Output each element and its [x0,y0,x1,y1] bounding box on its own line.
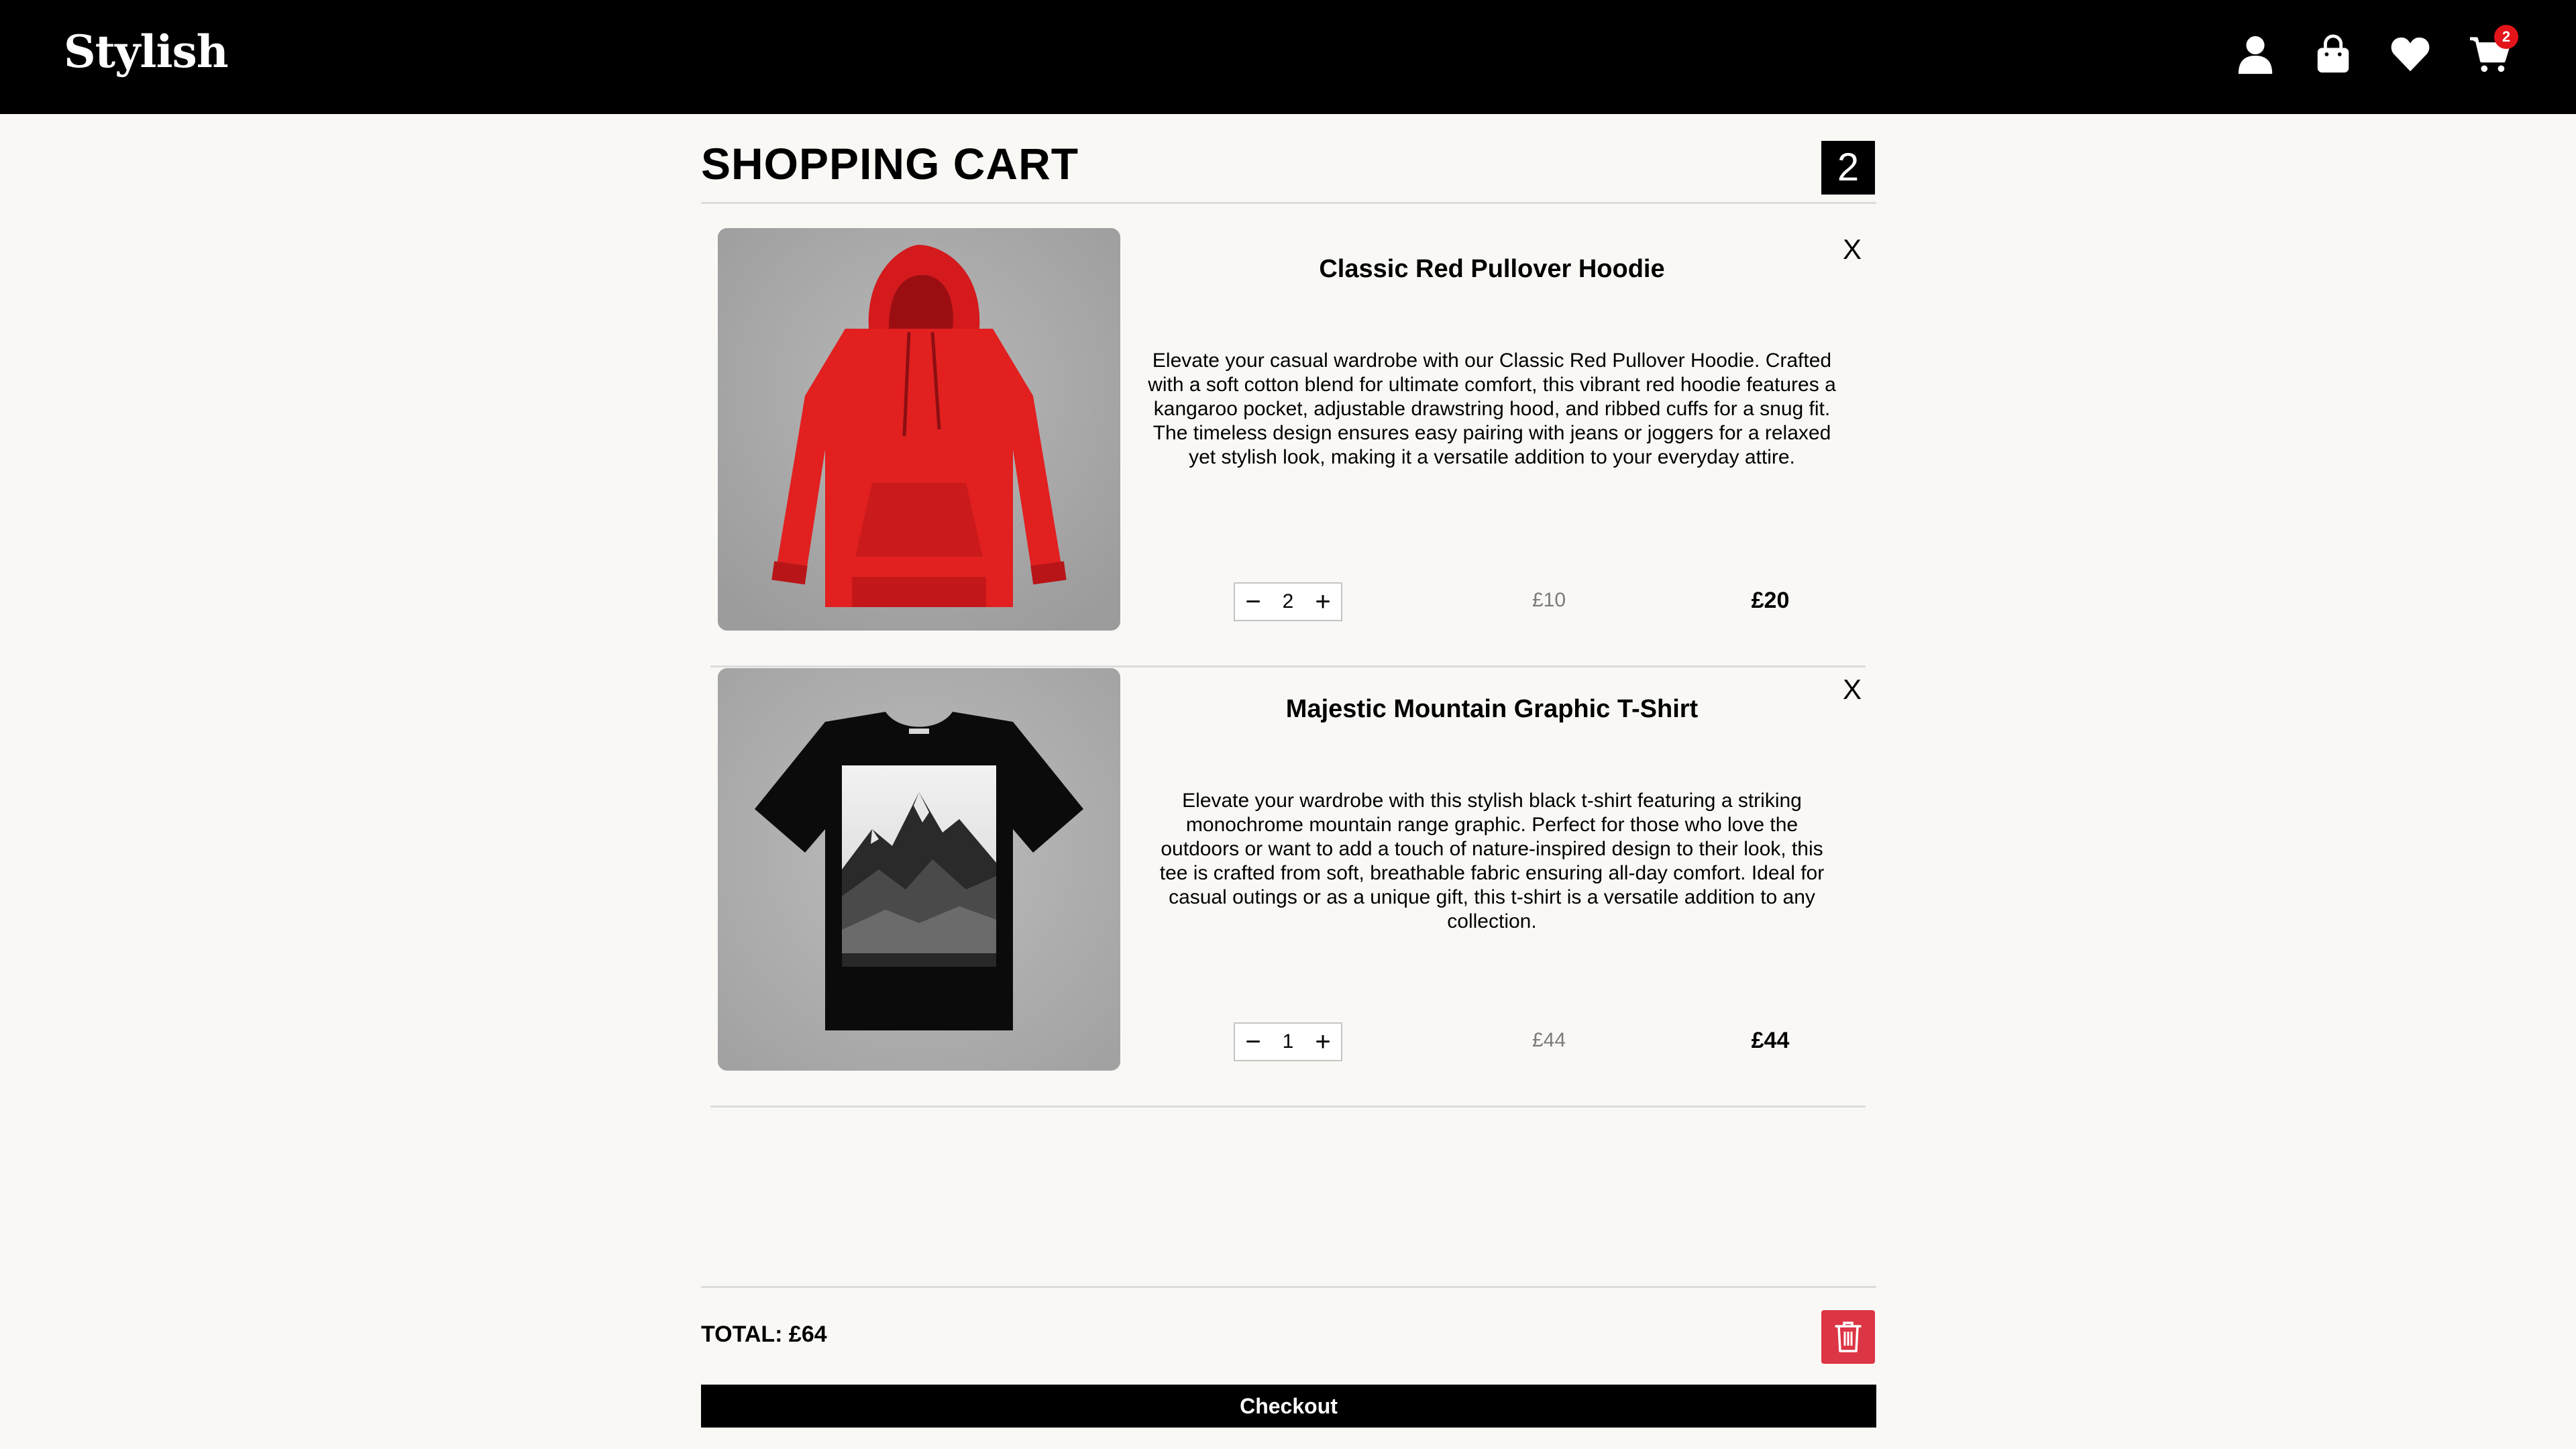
remove-item-button[interactable]: X [1837,675,1867,704]
brand-logo[interactable]: Stylish [64,25,229,78]
unit-price: £44 [1532,1029,1566,1051]
remove-item-button[interactable]: X [1837,235,1867,264]
quantity-value: 1 [1282,1030,1294,1053]
cart-item: Majestic Mountain Graphic T-Shirt X Elev… [710,668,1866,1108]
product-image-tshirt [718,668,1120,1071]
unit-price: £10 [1532,589,1566,611]
shopping-bag-icon[interactable] [2312,34,2354,75]
decrement-button[interactable]: − [1235,1024,1271,1060]
quantity-value: 2 [1282,590,1294,612]
quantity-stepper: − 2 + [1234,582,1342,621]
cart-item-count: 2 [1821,141,1875,195]
trash-icon [1835,1322,1862,1352]
cart-total: TOTAL: £64 [701,1322,827,1347]
clear-cart-button[interactable] [1821,1310,1875,1364]
page-title: SHOPPING CART [701,139,1079,189]
cart-count-badge: 2 [2494,25,2518,49]
user-icon[interactable] [2235,34,2276,75]
cart-item: Classic Red Pullover Hoodie X Elevate yo… [710,228,1866,667]
checkout-button[interactable]: Checkout [701,1385,1876,1428]
divider [701,202,1876,204]
product-image-hoodie [718,228,1120,631]
product-description: Elevate your wardrobe with this stylish … [1159,790,1825,932]
heart-icon[interactable] [2390,34,2431,75]
decrement-button[interactable]: − [1235,584,1271,620]
increment-button[interactable]: + [1305,1024,1341,1060]
product-name[interactable]: Majestic Mountain Graphic T-Shirt [1146,695,1837,724]
line-total: £20 [1751,588,1790,613]
increment-button[interactable]: + [1305,584,1341,620]
product-name[interactable]: Classic Red Pullover Hoodie [1146,255,1837,284]
quantity-stepper: − 1 + [1234,1022,1342,1061]
line-total: £44 [1751,1028,1790,1053]
top-navbar: Stylish 2 [0,0,2576,114]
product-description: Elevate your casual wardrobe with our Cl… [1148,350,1836,468]
divider [701,1286,1876,1288]
